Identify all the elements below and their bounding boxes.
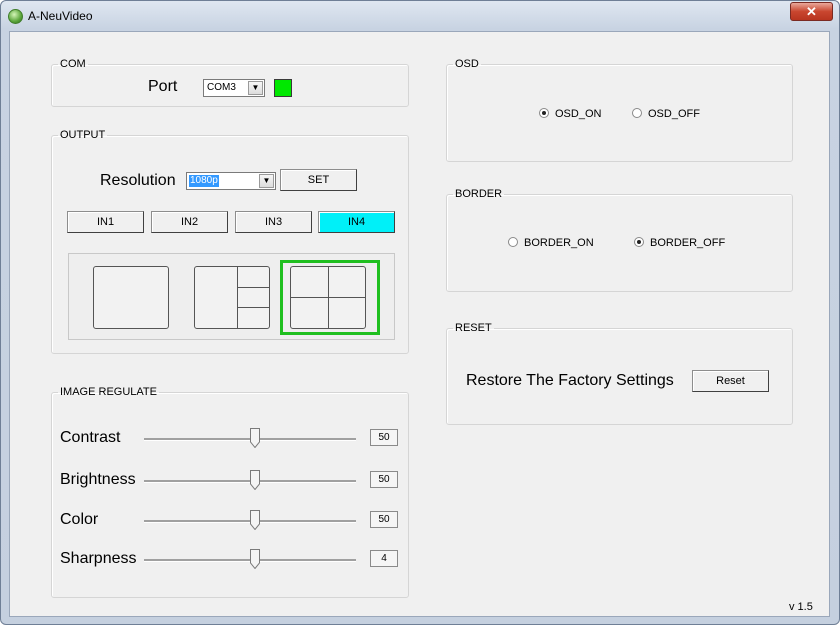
sharpness-label: Sharpness [60,550,137,567]
close-icon: ✕ [806,4,817,19]
border-on-label: BORDER_ON [524,237,594,249]
border-group: BORDER [446,188,793,292]
app-logo-icon [8,9,23,24]
border-on-radio[interactable]: BORDER_ON [508,237,594,249]
input-1-button[interactable]: IN1 [67,211,144,233]
brightness-value: 50 [370,471,398,488]
port-label: Port [148,78,178,95]
restore-factory-label: Restore The Factory Settings [466,372,674,389]
image-regulate-legend: IMAGE REGULATE [60,386,157,398]
sharpness-slider-thumb[interactable] [250,549,260,569]
main-panel: COM Port COM3 ▼ OUTPUT Resolution 1080p … [9,31,830,617]
close-button[interactable]: ✕ [790,2,833,21]
color-label: Color [60,511,99,528]
osd-group: OSD [446,58,793,162]
brightness-label: Brightness [60,471,136,488]
osd-off-radio[interactable]: OSD_OFF [632,108,700,120]
app-window: A-NeuVideo ✕ COM Port COM3 ▼ OUTPUT Reso… [0,0,840,625]
layout-one-plus-three-option[interactable] [194,266,270,329]
layout-divider [237,307,269,308]
contrast-value: 50 [370,429,398,446]
contrast-slider-thumb[interactable] [250,428,260,448]
layout-quad-option[interactable] [290,266,366,329]
osd-on-radio[interactable]: OSD_ON [539,108,601,120]
color-slider-thumb[interactable] [250,510,260,530]
contrast-label: Contrast [60,429,121,446]
osd-on-label: OSD_ON [555,108,602,120]
port-value: COM3 [207,82,236,93]
port-select[interactable]: COM3 ▼ [203,79,265,97]
reset-button[interactable]: Reset [692,370,769,392]
border-legend: BORDER [455,188,503,200]
radio-unchecked-icon [632,108,642,118]
layout-divider [237,287,269,288]
input-3-button[interactable]: IN3 [235,211,312,233]
color-value: 50 [370,511,398,528]
radio-checked-icon [634,237,644,247]
input-4-button[interactable]: IN4 [318,211,395,233]
chevron-down-icon[interactable]: ▼ [259,174,274,188]
border-off-radio[interactable]: BORDER_OFF [634,237,725,249]
version-label: v 1.5 [789,601,813,613]
input-2-button[interactable]: IN2 [151,211,228,233]
resolution-select[interactable]: 1080p ▼ [186,172,276,190]
reset-legend: RESET [455,322,492,334]
layout-divider [291,297,365,298]
title-bar[interactable]: A-NeuVideo ✕ [1,1,839,31]
layout-divider [237,267,238,328]
connection-status-indicator [274,79,292,97]
resolution-value: 1080p [189,175,219,187]
border-off-label: BORDER_OFF [650,237,726,249]
radio-unchecked-icon [508,237,518,247]
com-legend: COM [60,58,86,70]
window-title: A-NeuVideo [28,9,93,23]
set-resolution-button[interactable]: SET [280,169,357,191]
layout-single-option[interactable] [93,266,169,329]
radio-checked-icon [539,108,549,118]
output-legend: OUTPUT [60,129,106,141]
brightness-slider-thumb[interactable] [250,470,260,490]
chevron-down-icon[interactable]: ▼ [248,81,263,95]
osd-legend: OSD [455,58,479,70]
osd-off-label: OSD_OFF [648,108,700,120]
resolution-label: Resolution [100,172,176,189]
sharpness-value: 4 [370,550,398,567]
